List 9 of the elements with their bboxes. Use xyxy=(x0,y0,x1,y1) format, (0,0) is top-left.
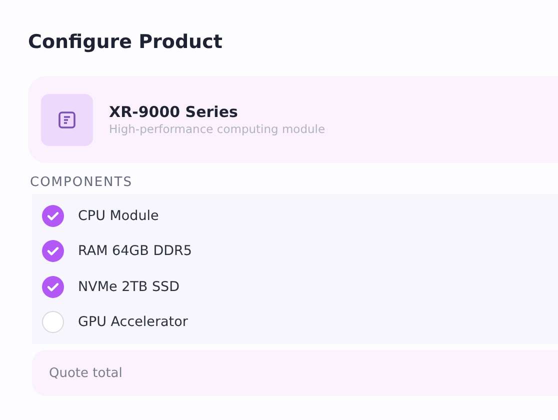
component-label: GPU Accelerator xyxy=(78,314,188,330)
section-heading: COMPONENTS xyxy=(30,175,134,190)
component-label: NVMe 2TB SSD xyxy=(78,278,180,295)
component-label: CPU Module xyxy=(78,208,159,224)
product-description: High-performance computing module xyxy=(109,122,326,136)
quote-label: Quote total xyxy=(49,366,122,380)
page-title: Configure Product xyxy=(28,30,224,55)
component-label: RAM 64GB DDR5 xyxy=(78,243,192,260)
product-name: XR-9000 Series xyxy=(109,103,239,121)
